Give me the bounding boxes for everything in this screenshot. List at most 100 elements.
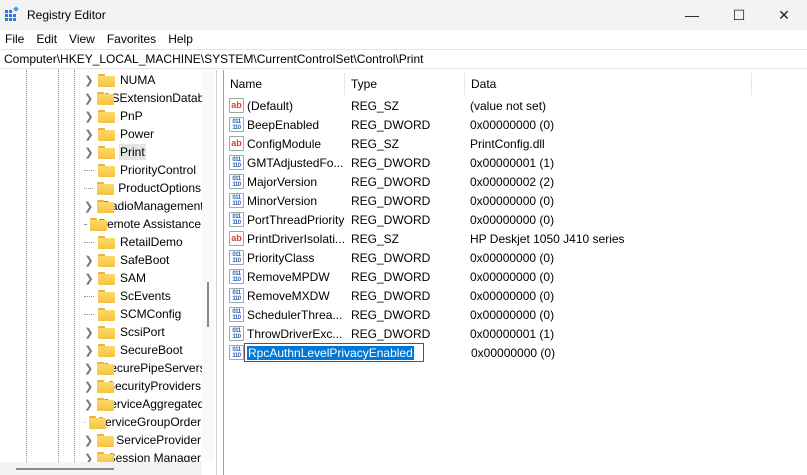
- value-type: REG_SZ: [351, 98, 400, 113]
- maximize-button[interactable]: ☐: [716, 0, 762, 30]
- pane-splitter[interactable]: [216, 70, 224, 475]
- value-type: REG_DWORD: [351, 288, 431, 303]
- value-type: REG_DWORD: [351, 307, 431, 322]
- column-header-name[interactable]: Name: [224, 73, 345, 95]
- dword-value-icon: 011 110: [229, 174, 244, 189]
- title-bar: Registry Editor — ☐ ✕: [0, 0, 807, 30]
- chevron-right-icon[interactable]: ❯: [84, 128, 94, 141]
- tree-item-label: Remote Assistance: [98, 217, 201, 231]
- chevron-right-icon[interactable]: ❯: [84, 380, 93, 393]
- dword-value-icon: 011 110: [229, 269, 244, 284]
- chevron-right-icon[interactable]: ❯: [84, 146, 94, 159]
- chevron-right-icon[interactable]: ❯: [84, 344, 94, 357]
- folder-icon: [98, 307, 115, 321]
- value-row[interactable]: 011 110 PriorityClass REG_DWORD 0x00000000 (…: [224, 248, 807, 267]
- value-row[interactable]: 011 110 GMTAdjustedFo... REG_DWORD 0x0000000…: [224, 153, 807, 172]
- tree-item[interactable]: RetailDemo: [84, 233, 202, 251]
- value-data: 0x00000000 (0): [470, 212, 555, 227]
- value-row[interactable]: 011 110 RemoveMPDW REG_DWORD 0x00000000 (0): [224, 267, 807, 286]
- address-bar[interactable]: Computer\HKEY_LOCAL_MACHINE\SYSTEM\Curre…: [0, 49, 807, 69]
- tree-item[interactable]: ❯ SAM: [84, 269, 202, 287]
- tree-item-label: SecurePipeServers: [102, 361, 202, 375]
- tree-item[interactable]: ScEvents: [84, 287, 202, 305]
- chevron-right-icon[interactable]: ❯: [84, 110, 94, 123]
- tree-item[interactable]: ❯ SafeBoot: [84, 251, 202, 269]
- tree-connector: [84, 422, 86, 423]
- tree-item[interactable]: ❯ SecureBoot: [84, 341, 202, 359]
- tree-item[interactable]: ❯ SecurityProviders: [84, 377, 202, 395]
- value-row[interactable]: ab PrintDriverIsolati... REG_SZ HP Deskjet …: [224, 229, 807, 248]
- dword-value-icon: 011 110: [229, 117, 244, 132]
- chevron-right-icon[interactable]: ❯: [84, 92, 93, 105]
- chevron-right-icon[interactable]: ❯: [84, 326, 94, 339]
- tree-item[interactable]: ❯ ServiceAggregatedEvents: [84, 395, 202, 413]
- tree-vertical-scrollbar[interactable]: [202, 70, 214, 462]
- column-header-data[interactable]: Data: [465, 73, 752, 95]
- folder-icon: [97, 379, 114, 393]
- scroll-thumb[interactable]: [16, 468, 114, 470]
- tree-guide-line: [58, 70, 59, 462]
- string-value-icon: ab: [229, 231, 244, 246]
- tree-item[interactable]: PriorityControl: [84, 161, 202, 179]
- tree-item[interactable]: ❯ OSExtensionDatabase: [84, 89, 202, 107]
- folder-icon: [97, 181, 115, 195]
- chevron-right-icon[interactable]: ❯: [84, 398, 93, 411]
- value-row[interactable]: 011 110 MajorVersion REG_DWORD 0x00000002 (2…: [224, 172, 807, 191]
- rename-value-text: RpcAuthnLevelPrivacyEnabled: [247, 345, 414, 360]
- menu-favorites[interactable]: Favorites: [102, 30, 163, 48]
- tree-item[interactable]: ❯ NUMA: [84, 71, 202, 89]
- tree-item-label: OSExtensionDatabase: [102, 91, 202, 105]
- tree-item[interactable]: ProductOptions: [84, 179, 202, 197]
- chevron-right-icon[interactable]: ❯: [84, 272, 94, 285]
- folder-icon: [98, 235, 115, 249]
- value-data: 0x00000000 (0): [470, 288, 555, 303]
- value-type: REG_DWORD: [351, 117, 431, 132]
- value-row[interactable]: 011 110 RemoveMXDW REG_DWORD 0x00000000 (0): [224, 286, 807, 305]
- chevron-right-icon[interactable]: ❯: [84, 74, 94, 87]
- tree-item[interactable]: Remote Assistance: [84, 215, 202, 233]
- menu-file[interactable]: File: [0, 30, 31, 48]
- value-data: 0x00000001 (1): [470, 326, 555, 341]
- value-row[interactable]: 011 110 MinorVersion REG_DWORD 0x00000000 (0…: [224, 191, 807, 210]
- menu-view[interactable]: View: [64, 30, 102, 48]
- minimize-button[interactable]: —: [669, 0, 715, 30]
- close-button[interactable]: ✕: [761, 0, 807, 30]
- tree-item[interactable]: ❯ RadioManagement: [84, 197, 202, 215]
- menu-edit[interactable]: Edit: [31, 30, 64, 48]
- tree-item[interactable]: ❯ SecurePipeServers: [84, 359, 202, 377]
- tree-item-label: RetailDemo: [120, 235, 183, 249]
- menu-help[interactable]: Help: [163, 30, 200, 48]
- chevron-right-icon[interactable]: ❯: [84, 434, 93, 447]
- tree-item[interactable]: ❯ Power: [84, 125, 202, 143]
- tree-item[interactable]: ❯ PnP: [84, 107, 202, 125]
- tree-item-label: ServiceGroupOrder: [96, 415, 201, 429]
- chevron-right-icon[interactable]: ❯: [84, 200, 93, 213]
- tree-item-label: NUMA: [120, 73, 156, 87]
- value-row[interactable]: 011 110 SchedulerThrea... REG_DWORD 0x000000…: [224, 305, 807, 324]
- value-row[interactable]: ab (Default) REG_SZ (value not set): [224, 96, 807, 115]
- tree-horizontal-scrollbar[interactable]: [0, 462, 202, 475]
- value-type: REG_DWORD: [351, 212, 431, 227]
- value-row[interactable]: ab ConfigModule REG_SZ PrintConfig.dll: [224, 134, 807, 153]
- value-row[interactable]: 011 110 BeepEnabled REG_DWORD 0x00000000 (0): [224, 115, 807, 134]
- rename-value-input[interactable]: RpcAuthnLevelPrivacyEnabled: [244, 343, 424, 362]
- value-row[interactable]: 011 110 PortThreadPriority REG_DWORD 0x00000…: [224, 210, 807, 229]
- tree-item[interactable]: ServiceGroupOrder: [84, 413, 202, 431]
- tree-connector: [84, 296, 94, 297]
- scroll-thumb[interactable]: [207, 282, 209, 327]
- chevron-right-icon[interactable]: ❯: [84, 362, 93, 375]
- value-row[interactable]: 011 110 ThrowDriverExc... REG_DWORD 0x000000…: [224, 324, 807, 343]
- string-value-icon: ab: [229, 136, 244, 151]
- tree-item[interactable]: SCMConfig: [84, 305, 202, 323]
- tree-item[interactable]: ❯ ServiceProvider: [84, 431, 202, 449]
- chevron-right-icon[interactable]: ❯: [84, 254, 94, 267]
- dword-value-icon: 011 110: [229, 250, 244, 265]
- value-data: (value not set): [470, 98, 547, 113]
- menu-bar: File Edit View Favorites Help: [0, 30, 807, 48]
- list-header: Name Type Data: [224, 73, 807, 95]
- tree-item[interactable]: ❯ Print: [84, 143, 202, 161]
- tree-item[interactable]: ❯ ScsiPort: [84, 323, 202, 341]
- column-header-type[interactable]: Type: [345, 73, 465, 95]
- tree-item-label: SafeBoot: [120, 253, 170, 267]
- value-row-editing[interactable]: 011 110 RpcAuthnLevelPrivacyEnabled 0x000…: [224, 343, 807, 362]
